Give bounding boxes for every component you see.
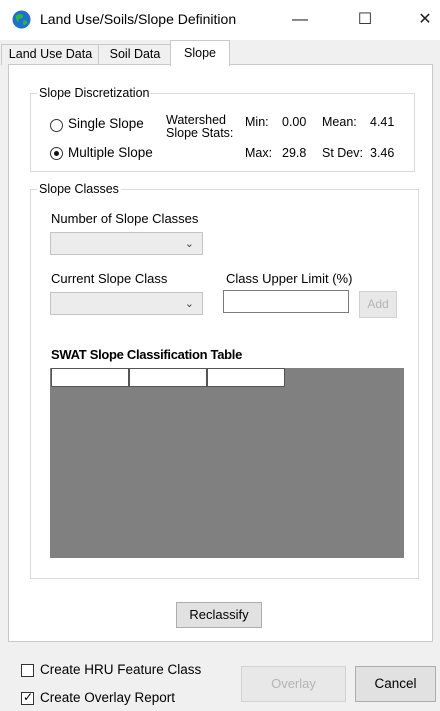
single-slope-label[interactable]: Single Slope xyxy=(68,116,144,131)
max-value: 29.8 xyxy=(282,146,307,160)
table-header-cell[interactable] xyxy=(207,368,285,387)
globe-icon xyxy=(12,10,31,29)
minimize-button[interactable]: — xyxy=(285,8,315,32)
min-value: 0.00 xyxy=(282,115,307,129)
create-overlay-report-checkbox[interactable]: ✓ xyxy=(21,690,34,705)
number-of-slope-classes-label: Number of Slope Classes xyxy=(51,211,199,226)
maximize-button[interactable]: ☐ xyxy=(350,8,380,32)
current-slope-class-label: Current Slope Class xyxy=(51,271,168,286)
mean-value: 4.41 xyxy=(370,115,395,129)
slope-classes-title: Slope Classes xyxy=(37,182,121,196)
chevron-down-icon: ⌄ xyxy=(184,298,194,310)
slope-discretization-title: Slope Discretization xyxy=(37,86,152,100)
checkmark-icon: ✓ xyxy=(23,690,34,704)
max-label: Max: xyxy=(245,146,273,160)
stdev-value: 3.46 xyxy=(370,146,395,160)
table-header-cell[interactable] xyxy=(51,368,129,387)
create-overlay-report-label[interactable]: Create Overlay Report xyxy=(40,690,175,705)
slope-classification-table-title: SWAT Slope Classification Table xyxy=(51,347,243,362)
create-hru-feature-class-label[interactable]: Create HRU Feature Class xyxy=(40,662,201,677)
class-upper-limit-input[interactable] xyxy=(223,290,349,313)
window-title: Land Use/Soils/Slope Definition xyxy=(40,11,237,27)
watershed-stats-label: Watershed xyxy=(166,113,226,127)
multiple-slope-radio[interactable] xyxy=(50,147,63,160)
slope-classification-table[interactable] xyxy=(50,368,404,558)
chevron-down-icon: ⌄ xyxy=(184,238,194,250)
slope-stats-label: Slope Stats: xyxy=(166,126,234,140)
table-header-cell[interactable] xyxy=(129,368,207,387)
multiple-slope-label[interactable]: Multiple Slope xyxy=(68,145,153,160)
tab-land-use-data[interactable]: Land Use Data xyxy=(1,44,100,65)
mean-label: Mean: xyxy=(322,115,357,129)
title-bar: Land Use/Soils/Slope Definition — ☐ ✕ xyxy=(0,0,440,40)
reclassify-button[interactable]: Reclassify xyxy=(176,602,262,628)
min-label: Min: xyxy=(245,115,269,129)
create-hru-feature-class-checkbox[interactable] xyxy=(21,664,34,677)
tab-slope[interactable]: Slope xyxy=(170,40,230,66)
current-slope-class-select[interactable]: ⌄ xyxy=(50,292,203,315)
number-of-slope-classes-select[interactable]: ⌄ xyxy=(50,232,203,255)
add-button[interactable]: Add xyxy=(359,291,397,318)
class-upper-limit-label: Class Upper Limit (%) xyxy=(226,271,353,286)
stdev-label: St Dev: xyxy=(322,146,363,160)
close-button[interactable]: ✕ xyxy=(410,8,440,32)
tab-soil-data[interactable]: Soil Data xyxy=(98,44,172,65)
overlay-button[interactable]: Overlay xyxy=(241,666,346,702)
cancel-button[interactable]: Cancel xyxy=(355,666,436,702)
single-slope-radio[interactable] xyxy=(50,119,63,132)
